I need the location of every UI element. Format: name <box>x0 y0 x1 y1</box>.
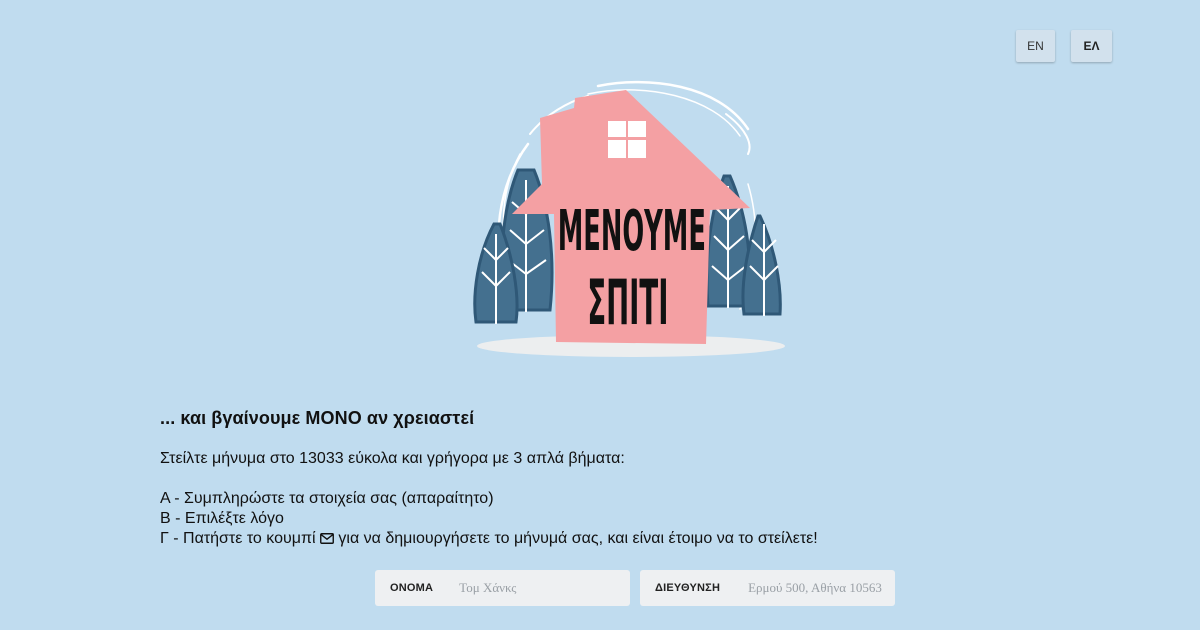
page: EN ΕΛ ΜΕΝΟΥΜΕ ΣΠΙΤΙ ... και βγαίνουμε ΜΟ… <box>0 0 1200 630</box>
step-b: Β - Επιλέξτε λόγο <box>160 510 284 527</box>
sender-form: ΟΝΟΜΑ ΔΙΕΥΘΥΝΣΗ <box>375 570 899 606</box>
name-field: ΟΝΟΜΑ <box>375 570 630 606</box>
language-el-button[interactable]: ΕΛ <box>1071 30 1112 62</box>
step-c-text-before: Γ - Πατήστε το κουμπί <box>160 530 320 547</box>
language-switch: EN ΕΛ <box>1016 30 1112 62</box>
step-c: Γ - Πατήστε το κουμπί για να δημιουργήσε… <box>160 529 1060 549</box>
intro-text: Στείλτε μήνυμα στο 13033 εύκολα και γρήγ… <box>160 450 625 467</box>
address-label: ΔΙΕΥΘΥΝΣΗ <box>655 582 721 594</box>
language-en-button[interactable]: EN <box>1016 30 1055 62</box>
step-c-text-after: για να δημιουργήσετε το μήνυμά σας, και … <box>333 530 818 547</box>
name-input[interactable] <box>459 580 610 596</box>
menoume-spiti-logo: ΜΕΝΟΥΜΕ ΣΠΙΤΙ <box>473 80 785 357</box>
logo-line-2: ΣΠΙΤΙ <box>587 267 668 339</box>
address-field: ΔΙΕΥΘΥΝΣΗ <box>640 570 899 606</box>
step-a: Α - Συμπληρώστε τα στοιχεία σας (απαραίτ… <box>160 490 494 507</box>
address-input[interactable] <box>748 580 899 596</box>
instructions: ... και βγαίνουμε ΜΟΝΟ αν χρειαστεί Στεί… <box>160 408 1060 549</box>
page-heading: ... και βγαίνουμε ΜΟΝΟ αν χρειαστεί <box>160 408 475 428</box>
logo-line-1: ΜΕΝΟΥΜΕ <box>558 198 706 264</box>
name-label: ΟΝΟΜΑ <box>390 582 434 594</box>
envelope-icon <box>320 533 334 544</box>
